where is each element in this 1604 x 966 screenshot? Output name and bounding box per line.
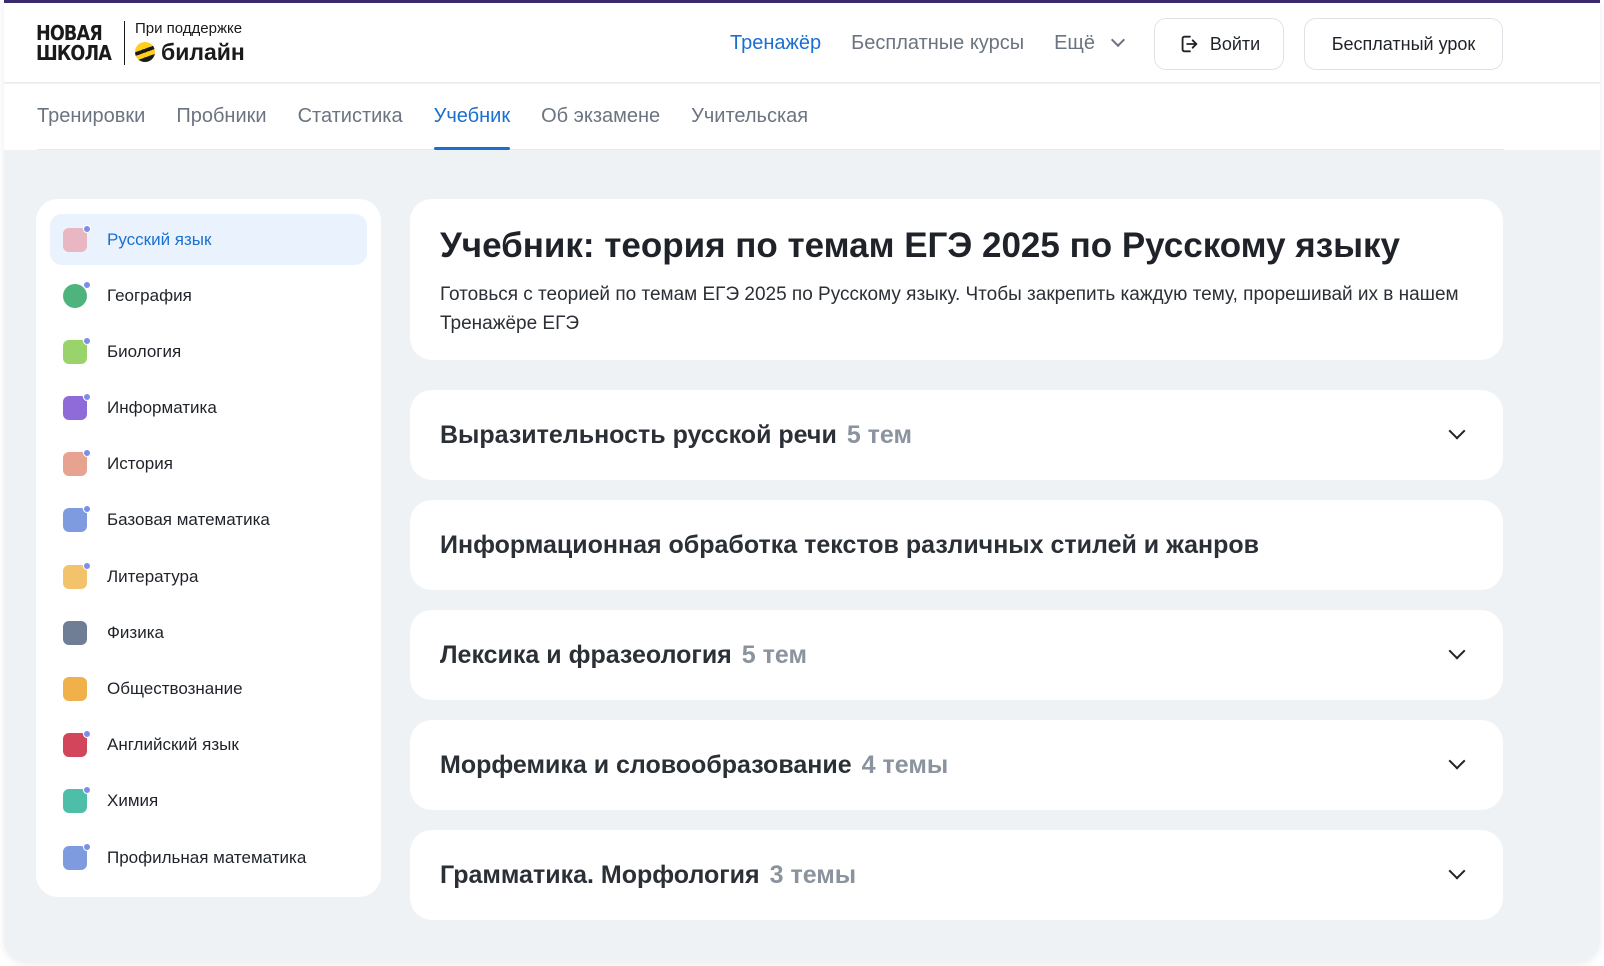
dna-icon <box>60 336 92 368</box>
nav-link-trainer[interactable]: Тренажёр <box>730 32 821 55</box>
login-label: Войти <box>1209 33 1261 54</box>
login-icon <box>1181 35 1198 53</box>
sidebar-item-label: История <box>107 454 173 474</box>
logo-line-2: ШКОЛА <box>36 41 112 65</box>
chevron-down-icon <box>1448 862 1466 880</box>
sidebar-item-biology[interactable]: Биология <box>50 326 367 377</box>
chevron-down-icon <box>1448 752 1466 770</box>
logo[interactable]: НОВАЯ ШКОЛА При поддержке билайн <box>36 17 245 69</box>
section-topic-count: 5 тем <box>741 640 807 669</box>
sidebar-item-label: Информатика <box>107 398 217 418</box>
logo-divider <box>124 21 125 65</box>
section-title: Лексика и фразеология <box>440 640 732 669</box>
tab-teachers-room[interactable]: Учительская <box>691 84 808 149</box>
chevron-down-icon <box>1448 422 1466 440</box>
section-topic-count: 3 темы <box>769 860 857 889</box>
sidebar-item-label: Химия <box>107 791 159 811</box>
sidebar-item-chemistry[interactable]: Химия <box>50 776 367 827</box>
russian-language-icon <box>60 224 92 256</box>
sidebar-item-literature[interactable]: Литература <box>50 551 367 602</box>
chevron-down-icon <box>1448 642 1466 660</box>
tab-trainings[interactable]: Тренировки <box>37 84 145 149</box>
section-topic-count: 4 темы <box>861 750 949 779</box>
computer-icon <box>60 392 92 424</box>
free-lesson-button[interactable]: Бесплатный урок <box>1304 18 1503 70</box>
flask-icon <box>60 785 92 817</box>
section-expressiveness[interactable]: Выразительность русской речи 5 тем <box>410 390 1503 480</box>
sidebar-item-social-studies[interactable]: Обществознание <box>50 664 367 715</box>
book-icon <box>60 561 92 593</box>
sidebar-item-history[interactable]: История <box>50 439 367 490</box>
logo-line-1: НОВАЯ <box>36 21 103 45</box>
sidebar-item-label: Профильная математика <box>107 847 307 867</box>
subject-sidebar: Русский язык География Биология Информат… <box>36 199 381 897</box>
logo-mark: НОВАЯ ШКОЛА <box>36 21 112 65</box>
textbook-intro-card: Учебник: теория по темам ЕГЭ 2025 по Рус… <box>410 199 1503 360</box>
nav-link-free-courses[interactable]: Бесплатные курсы <box>851 32 1024 55</box>
beeline-logo-icon <box>135 42 155 62</box>
sidebar-item-profile-math[interactable]: Профильная математика <box>50 832 367 883</box>
calculator-icon <box>60 842 92 874</box>
sidebar-item-label: Обществознание <box>107 679 243 698</box>
brand-label: билайн <box>161 39 245 65</box>
section-title: Выразительность русской речи <box>440 420 837 449</box>
sub-nav-tabs: Тренировки Пробники Статистика Учебник О… <box>37 84 1504 150</box>
sidebar-item-informatics[interactable]: Информатика <box>50 383 367 434</box>
sidebar-item-basic-math[interactable]: Базовая математика <box>50 495 367 546</box>
sidebar-item-label: География <box>107 285 192 305</box>
sidebar-item-label: Биология <box>107 341 182 361</box>
sidebar-item-label: Физика <box>107 622 164 642</box>
tab-about-exam[interactable]: Об экзамене <box>541 84 660 149</box>
tab-textbook[interactable]: Учебник <box>433 84 511 150</box>
sidebar-item-physics[interactable]: Физика <box>50 607 367 658</box>
globe-icon <box>60 280 92 312</box>
sidebar-item-geography[interactable]: География <box>50 270 367 321</box>
calculator-icon <box>60 504 92 536</box>
sidebar-item-label: Русский язык <box>107 229 212 249</box>
sidebar-item-label: Базовая математика <box>107 510 270 530</box>
section-title: Морфемика и словообразование <box>440 750 852 779</box>
uk-flag-icon <box>60 729 92 761</box>
sidebar-item-label: Литература <box>107 566 199 586</box>
brand-name: билайн <box>135 38 245 66</box>
login-button[interactable]: Войти <box>1154 18 1284 70</box>
section-lexicon[interactable]: Лексика и фразеология 5 тем <box>410 610 1503 700</box>
tab-statistics[interactable]: Статистика <box>298 84 403 149</box>
app-frame: НОВАЯ ШКОЛА При поддержке билайн Тренажё… <box>4 0 1600 962</box>
sub-nav: Тренировки Пробники Статистика Учебник О… <box>4 84 1600 150</box>
top-nav: Тренажёр Бесплатные курсы Ещё <box>730 3 1126 83</box>
sidebar-item-russian[interactable]: Русский язык <box>50 214 367 265</box>
page-description: Готовься с теорией по темам ЕГЭ 2025 по … <box>440 284 1459 334</box>
column-icon <box>60 448 92 480</box>
section-title: Информационная обработка текстов различн… <box>440 530 1260 559</box>
sidebar-item-label: Английский язык <box>107 735 239 755</box>
scales-icon <box>60 673 92 705</box>
page-title: Учебник: теория по темам ЕГЭ 2025 по Рус… <box>440 226 1400 265</box>
nav-more-label: Ещё <box>1054 31 1096 54</box>
sidebar-item-english[interactable]: Английский язык <box>50 720 367 771</box>
chevron-down-icon <box>1110 32 1126 48</box>
section-topic-count: 5 тем <box>846 420 912 449</box>
section-text-processing[interactable]: Информационная обработка текстов различн… <box>410 500 1503 590</box>
section-grammar[interactable]: Грамматика. Морфология 3 темы <box>410 830 1503 920</box>
sponsor-block: При поддержке билайн <box>135 20 245 66</box>
tab-mock-exams[interactable]: Пробники <box>176 84 266 149</box>
support-text: При поддержке <box>135 20 243 37</box>
nav-more-dropdown[interactable]: Ещё <box>1054 31 1126 55</box>
site-header: НОВАЯ ШКОЛА При поддержке билайн Тренажё… <box>4 3 1600 83</box>
section-morphemics[interactable]: Морфемика и словообразование 4 темы <box>410 720 1503 810</box>
board-icon <box>60 617 92 649</box>
section-title: Грамматика. Морфология <box>440 860 760 889</box>
